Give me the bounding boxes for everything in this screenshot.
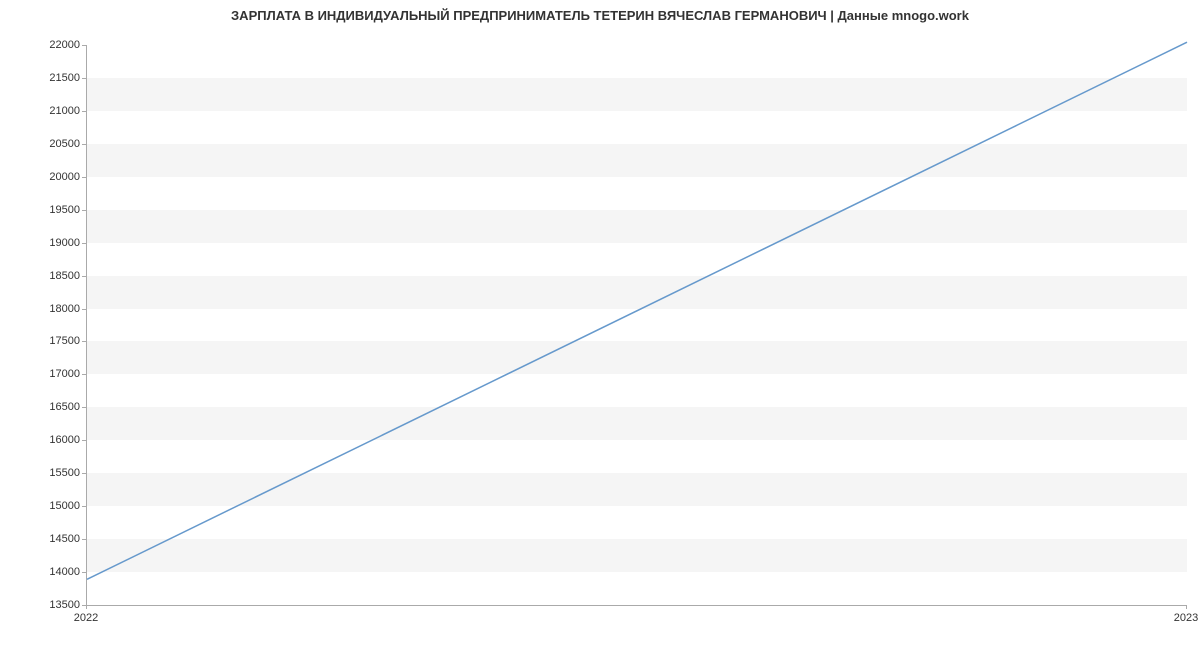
y-tick-mark xyxy=(82,210,86,211)
y-tick-mark xyxy=(82,45,86,46)
y-tick-label: 20000 xyxy=(0,171,80,183)
y-tick-label: 21500 xyxy=(0,72,80,84)
y-tick-label: 14000 xyxy=(0,566,80,578)
plot-area xyxy=(86,45,1187,606)
y-tick-mark xyxy=(82,506,86,507)
y-tick-label: 22000 xyxy=(0,39,80,51)
y-tick-mark xyxy=(82,177,86,178)
x-tick-mark xyxy=(1186,605,1187,609)
y-tick-mark xyxy=(82,374,86,375)
y-tick-label: 16000 xyxy=(0,434,80,446)
y-tick-label: 18500 xyxy=(0,270,80,282)
x-tick-label: 2022 xyxy=(74,612,98,624)
y-tick-mark xyxy=(82,539,86,540)
y-tick-label: 17500 xyxy=(0,335,80,347)
y-tick-mark xyxy=(82,144,86,145)
y-tick-label: 21000 xyxy=(0,105,80,117)
y-tick-label: 19500 xyxy=(0,204,80,216)
y-tick-label: 19000 xyxy=(0,237,80,249)
y-tick-mark xyxy=(82,276,86,277)
x-tick-mark xyxy=(86,605,87,609)
chart-title: ЗАРПЛАТА В ИНДИВИДУАЛЬНЫЙ ПРЕДПРИНИМАТЕЛ… xyxy=(0,8,1200,23)
y-tick-label: 14500 xyxy=(0,533,80,545)
y-tick-mark xyxy=(82,473,86,474)
chart-container: ЗАРПЛАТА В ИНДИВИДУАЛЬНЫЙ ПРЕДПРИНИМАТЕЛ… xyxy=(0,0,1200,650)
y-tick-mark xyxy=(82,407,86,408)
series-line xyxy=(87,42,1187,579)
y-tick-label: 15500 xyxy=(0,467,80,479)
y-tick-mark xyxy=(82,111,86,112)
y-tick-mark xyxy=(82,309,86,310)
y-tick-label: 15000 xyxy=(0,500,80,512)
y-tick-mark xyxy=(82,78,86,79)
y-tick-label: 20500 xyxy=(0,138,80,150)
y-tick-label: 18000 xyxy=(0,303,80,315)
y-tick-label: 17000 xyxy=(0,368,80,380)
y-tick-label: 16500 xyxy=(0,401,80,413)
y-tick-mark xyxy=(82,341,86,342)
x-tick-label: 2023 xyxy=(1174,612,1198,624)
y-tick-mark xyxy=(82,572,86,573)
y-tick-mark xyxy=(82,440,86,441)
line-series xyxy=(87,45,1187,605)
y-tick-label: 13500 xyxy=(0,599,80,611)
y-tick-mark xyxy=(82,243,86,244)
